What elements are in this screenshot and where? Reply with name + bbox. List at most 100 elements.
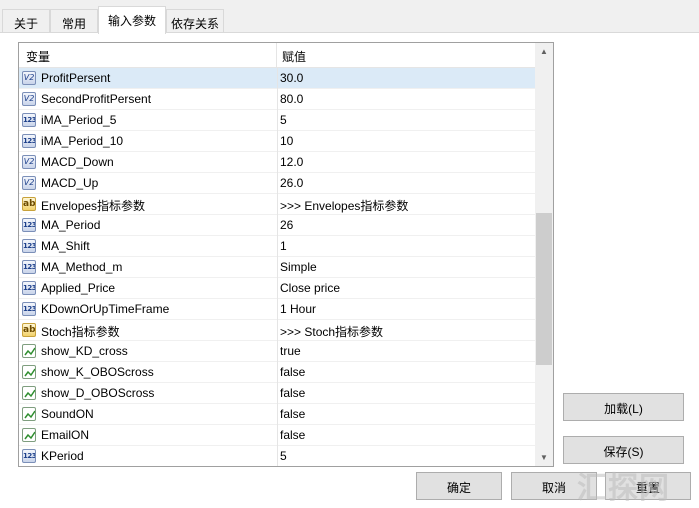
grid-header: 变量 赋值 <box>19 43 535 68</box>
column-separator <box>277 131 278 152</box>
column-separator <box>277 152 278 173</box>
parameter-value[interactable]: Simple <box>280 257 530 278</box>
double-type-icon: V2 <box>22 176 36 190</box>
parameter-row[interactable]: 123 iMA_Period_10 10 <box>19 131 535 152</box>
cancel-button[interactable]: 取消 <box>511 472 597 500</box>
parameter-row[interactable]: V2 MACD_Down 12.0 <box>19 152 535 173</box>
column-separator <box>277 446 278 466</box>
parameter-row[interactable]: ab Stoch指标参数 >>> Stoch指标参数 <box>19 320 535 341</box>
column-separator <box>277 383 278 404</box>
parameter-row[interactable]: 123 MA_Period 26 <box>19 215 535 236</box>
parameter-value[interactable]: >>> Stoch指标参数 <box>280 320 530 341</box>
parameter-name: Stoch指标参数 <box>41 325 120 339</box>
parameter-name: MA_Period <box>41 218 101 232</box>
parameter-name: MA_Method_m <box>41 260 123 274</box>
integer-type-icon: 123 <box>22 239 36 253</box>
tab-dependencies[interactable]: 依存关系 <box>166 9 224 33</box>
parameter-rows: V2 ProfitPersent 30.0 V2 SecondProfitPersent… <box>19 68 535 466</box>
column-separator <box>277 89 278 110</box>
parameter-value[interactable]: 10 <box>280 131 530 152</box>
integer-type-icon: 123 <box>22 260 36 274</box>
tab-common[interactable]: 常用 <box>50 9 98 33</box>
parameter-row[interactable]: show_D_OBOScross false <box>19 383 535 404</box>
parameter-name: SecondProfitPersent <box>41 92 152 106</box>
parameter-name: MACD_Up <box>41 176 99 190</box>
ok-button[interactable]: 确定 <box>416 472 502 500</box>
parameter-row[interactable]: 123 Applied_Price Close price <box>19 278 535 299</box>
parameter-name: iMA_Period_10 <box>41 134 124 148</box>
parameter-row[interactable]: EmailON false <box>19 425 535 446</box>
column-separator <box>277 362 278 383</box>
column-separator <box>277 68 278 89</box>
parameter-row[interactable]: V2 SecondProfitPersent 80.0 <box>19 89 535 110</box>
parameter-value[interactable]: 1 <box>280 236 530 257</box>
vertical-scrollbar[interactable]: ▲ ▼ <box>535 43 553 466</box>
integer-type-icon: 123 <box>22 113 36 127</box>
column-header-variable[interactable]: 变量 <box>19 43 277 68</box>
parameter-row[interactable]: 123 KDownOrUpTimeFrame 1 Hour <box>19 299 535 320</box>
integer-type-icon: 123 <box>22 449 36 463</box>
double-type-icon: V2 <box>22 155 36 169</box>
parameter-name: show_K_OBOScross <box>41 365 154 379</box>
column-separator <box>277 257 278 278</box>
parameter-value[interactable]: false <box>280 383 530 404</box>
reset-button[interactable]: 重置 <box>605 472 691 500</box>
column-separator <box>277 299 278 320</box>
parameter-name: iMA_Period_5 <box>41 113 117 127</box>
integer-type-icon: 123 <box>22 134 36 148</box>
parameter-name: ProfitPersent <box>41 71 111 85</box>
parameter-row[interactable]: V2 MACD_Up 26.0 <box>19 173 535 194</box>
parameter-row[interactable]: 123 MA_Shift 1 <box>19 236 535 257</box>
parameter-value[interactable]: false <box>280 362 530 383</box>
parameter-row[interactable]: SoundON false <box>19 404 535 425</box>
parameter-value[interactable]: Close price <box>280 278 530 299</box>
parameter-value[interactable]: 5 <box>280 110 530 131</box>
parameter-value[interactable]: >>> Envelopes指标参数 <box>280 194 530 215</box>
save-button[interactable]: 保存(S) <box>563 436 684 464</box>
parameter-name: MACD_Down <box>41 155 114 169</box>
boolean-type-icon <box>22 365 36 379</box>
column-separator <box>277 110 278 131</box>
scroll-down-arrow-icon[interactable]: ▼ <box>535 449 553 466</box>
boolean-type-icon <box>22 386 36 400</box>
scrollbar-thumb[interactable] <box>536 213 552 365</box>
parameter-value[interactable]: 80.0 <box>280 89 530 110</box>
column-separator <box>277 215 278 236</box>
column-separator <box>277 236 278 257</box>
column-separator <box>277 404 278 425</box>
parameter-name: show_D_OBOScross <box>41 386 155 400</box>
parameter-value[interactable]: 1 Hour <box>280 299 530 320</box>
parameter-row[interactable]: show_KD_cross true <box>19 341 535 362</box>
boolean-type-icon <box>22 428 36 442</box>
parameter-value[interactable]: 26.0 <box>280 173 530 194</box>
boolean-type-icon <box>22 407 36 421</box>
parameter-name: KDownOrUpTimeFrame <box>41 302 170 316</box>
integer-type-icon: 123 <box>22 281 36 295</box>
scroll-up-arrow-icon[interactable]: ▲ <box>535 43 553 60</box>
parameter-value[interactable]: 26 <box>280 215 530 236</box>
parameter-value[interactable]: 5 <box>280 446 530 466</box>
column-header-value[interactable]: 赋值 <box>277 43 535 68</box>
parameter-row[interactable]: ab Envelopes指标参数 >>> Envelopes指标参数 <box>19 194 535 215</box>
parameter-name: show_KD_cross <box>41 344 128 358</box>
parameter-row[interactable]: 123 KPeriod 5 <box>19 446 535 466</box>
column-separator <box>277 173 278 194</box>
parameter-row[interactable]: show_K_OBOScross false <box>19 362 535 383</box>
parameter-name: Envelopes指标参数 <box>41 199 146 213</box>
parameter-value[interactable]: false <box>280 404 530 425</box>
double-type-icon: V2 <box>22 92 36 106</box>
parameter-row[interactable]: V2 ProfitPersent 30.0 <box>19 68 535 89</box>
parameter-name: Applied_Price <box>41 281 116 295</box>
parameter-value[interactable]: true <box>280 341 530 362</box>
boolean-type-icon <box>22 344 36 358</box>
parameter-value[interactable]: 12.0 <box>280 152 530 173</box>
parameter-row[interactable]: 123 MA_Method_m Simple <box>19 257 535 278</box>
parameter-row[interactable]: 123 iMA_Period_5 5 <box>19 110 535 131</box>
parameter-value[interactable]: false <box>280 425 530 446</box>
column-separator <box>277 341 278 362</box>
column-separator <box>277 194 278 215</box>
parameter-value[interactable]: 30.0 <box>280 68 530 89</box>
tab-about[interactable]: 关于 <box>2 9 50 33</box>
tab-inputs[interactable]: 输入参数 <box>98 6 166 34</box>
load-button[interactable]: 加载(L) <box>563 393 684 421</box>
